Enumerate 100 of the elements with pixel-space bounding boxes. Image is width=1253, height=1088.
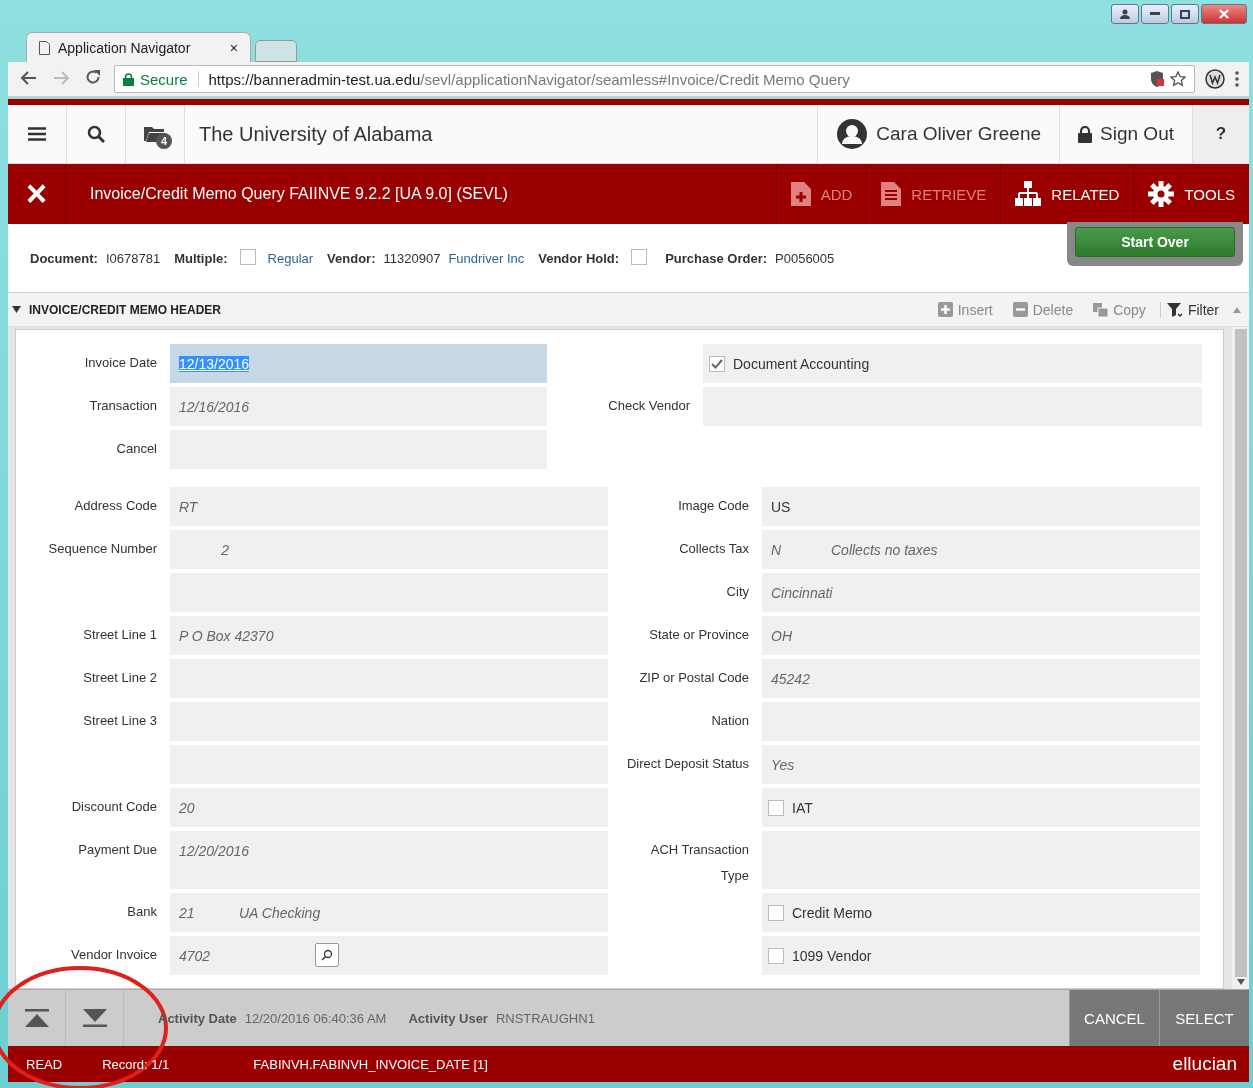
checkbox[interactable] [768, 947, 784, 964]
field-label: Transaction [88, 397, 157, 415]
field-label: Address Code [73, 497, 157, 515]
activity-user-label: Activity User [408, 1010, 488, 1026]
field-description: Collects no taxes [831, 542, 938, 558]
input-field[interactable]: OH [762, 616, 1200, 655]
input-field[interactable]: US [762, 487, 1200, 526]
add-document-icon [790, 182, 811, 206]
field-name: FABINVH.FABINVH_INVOICE_DATE [1] [253, 1056, 488, 1072]
section-action[interactable]: Filter [1159, 301, 1225, 318]
section-title: INVOICE/CREDIT MEMO HEADER [29, 302, 222, 317]
tab-close[interactable]: × [229, 39, 238, 56]
key-label: Multiple: [174, 250, 228, 266]
menu-icon [28, 127, 46, 141]
institution-name: The University of Alabama [198, 121, 434, 147]
field-value: 45242 [771, 671, 810, 687]
tab-title: Application Navigator [58, 39, 192, 56]
checkbox[interactable] [239, 248, 256, 265]
shield-icon[interactable] [1150, 71, 1164, 87]
search-icon [87, 125, 105, 143]
footer-button[interactable]: SELECT [1159, 990, 1249, 1046]
input-field[interactable]: 2 [170, 530, 608, 569]
key-value: P0056005 [775, 250, 835, 266]
input-field[interactable]: 45242 [762, 659, 1200, 698]
field-label: Check Vendor [607, 397, 690, 415]
input-field[interactable]: 21 UA Checking [170, 893, 608, 932]
field-label: Payment Due [77, 841, 157, 859]
maximize-button[interactable] [1171, 4, 1199, 24]
search-button[interactable] [315, 943, 339, 967]
recent-items-button[interactable]: 4 [126, 105, 185, 163]
notification-badge: 4 [156, 133, 172, 149]
input-field[interactable]: P O Box 42370 [170, 616, 608, 655]
input-field[interactable]: Cincinnati [762, 573, 1200, 612]
help-button[interactable]: ? [1192, 105, 1249, 163]
input-field[interactable]: Yes [762, 745, 1200, 784]
input-field[interactable]: N Collects no taxes [762, 530, 1200, 569]
field-value: P O Box 42370 [179, 628, 274, 644]
field-label: Vendor Invoice [70, 946, 157, 964]
field-label: Sequence Number [47, 540, 157, 558]
minimize-button[interactable] [1141, 4, 1169, 24]
minimize-icon [1150, 12, 1160, 16]
field-label: Image Code [677, 497, 749, 515]
reload-icon [85, 68, 101, 85]
close-icon [1219, 9, 1229, 19]
input-field[interactable]: RT [170, 487, 608, 526]
key-label: Vendor Hold: [538, 250, 620, 266]
field-label: State or Province [648, 626, 749, 644]
document-icon [39, 40, 50, 55]
field-label: Nation [710, 712, 749, 730]
input-field[interactable]: 12/16/2016 [170, 387, 547, 426]
close-button[interactable] [1201, 4, 1247, 24]
field-value: 2 [220, 542, 229, 558]
forward-arrow-icon [53, 70, 69, 85]
first-record-icon [24, 1009, 49, 1027]
field-value: Cincinnati [771, 585, 833, 601]
checkbox[interactable] [631, 248, 648, 265]
search-icon [321, 949, 333, 961]
input-field[interactable]: 20 [170, 788, 608, 827]
user-menu[interactable]: Cara Oliver Greene [817, 105, 1060, 163]
field-value: US [771, 499, 791, 515]
field-label: Cancel [115, 440, 157, 458]
field-value: N [771, 542, 783, 558]
field-value: 21 [179, 905, 196, 921]
checkbox[interactable] [768, 799, 784, 816]
document-icon [881, 182, 902, 206]
avatar-icon [836, 118, 869, 150]
scroll-up-icon[interactable] [1233, 306, 1241, 313]
input-field[interactable]: 12/20/2016 [170, 831, 608, 889]
input-field[interactable]: 4702 [170, 936, 608, 975]
url-path: /sevl/applicationNavigator/seamless#Invoice/Credit Memo Query [420, 70, 850, 88]
person-icon [1120, 9, 1130, 19]
checkbox-label: Document Accounting [733, 355, 870, 372]
checkbox-label: Credit Memo [792, 904, 873, 921]
field-value: 12/20/2016 [179, 843, 250, 859]
checkmark-icon [711, 358, 723, 369]
collapse-triangle-icon[interactable] [12, 306, 21, 313]
gear-icon [1148, 181, 1175, 207]
more-menu-icon[interactable] [1235, 71, 1239, 87]
back-arrow-icon [21, 70, 37, 85]
extension-icon[interactable] [1205, 69, 1225, 89]
field-value: RT [179, 499, 198, 515]
key-description: Fundriver Inc [448, 250, 525, 266]
address-bar[interactable]: Secure https://banneradmin-test.ua.edu/sevl/applicationNavigator/seamless#Invoice/Credit Memo Query [114, 65, 1195, 93]
activity-date: 12/20/2016 06:40:36 AM [244, 1010, 387, 1026]
footer-button[interactable]: CANCEL [1069, 990, 1159, 1046]
checkbox[interactable] [768, 904, 784, 921]
scroll-down-icon[interactable] [1236, 979, 1245, 985]
star-icon[interactable] [1170, 71, 1186, 87]
field-label: Direct Deposit Status [625, 755, 749, 773]
hierarchy-icon [1015, 181, 1042, 207]
browser-tab[interactable]: Application Navigator × [26, 32, 251, 62]
checkbox[interactable] [709, 355, 725, 372]
field-label: ZIP or Postal Code [638, 669, 749, 687]
user-button[interactable] [1111, 4, 1139, 24]
scrollbar-thumb[interactable] [1234, 329, 1247, 977]
field-label: Street Line 2 [82, 669, 157, 687]
mode-indicator: READ [26, 1056, 63, 1072]
start-over-button[interactable]: Start Over [1075, 227, 1235, 257]
input-field[interactable]: 12/13/2016 [170, 344, 547, 383]
last-record-icon [82, 1009, 107, 1027]
